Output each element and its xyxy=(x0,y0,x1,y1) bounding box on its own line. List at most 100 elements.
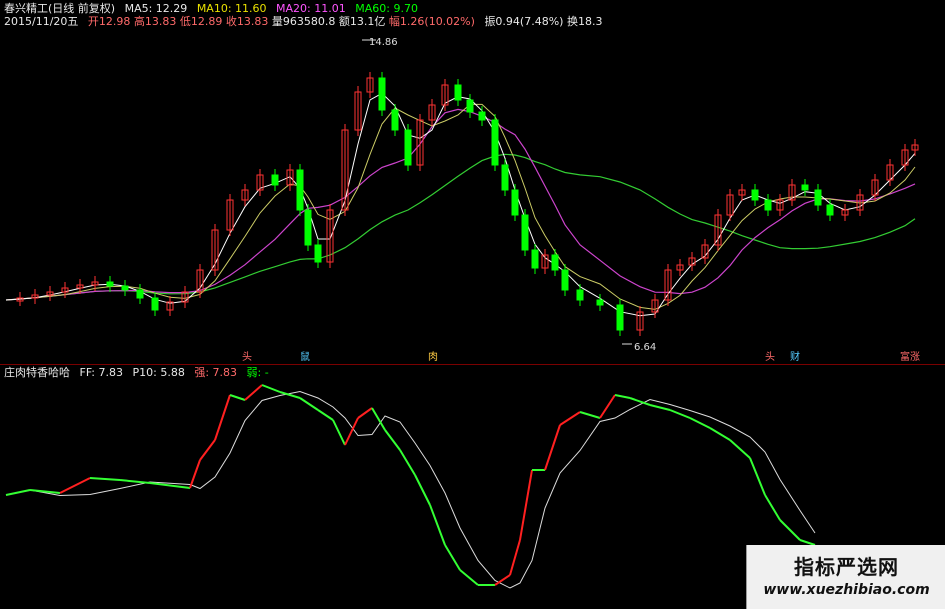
ma20-line xyxy=(5,108,916,301)
marker-tag-5: 财 xyxy=(790,352,800,363)
ff-line-segment xyxy=(332,419,346,446)
candle-body xyxy=(296,169,304,211)
candle-body xyxy=(616,304,624,331)
ff-line-segment xyxy=(509,539,521,576)
ff-line-segment xyxy=(59,477,91,494)
ff-line-segment xyxy=(599,394,616,419)
candle-body xyxy=(826,204,834,216)
candle-body xyxy=(391,109,399,131)
ff-line-segment xyxy=(764,494,781,521)
candle-body xyxy=(531,249,539,269)
ma10-value: MA10: 11.60 xyxy=(196,2,267,15)
ff-value: FF: 7.83 xyxy=(79,366,124,379)
candle-body xyxy=(551,254,559,271)
ma5-line xyxy=(5,92,916,317)
quote-close: 收13.83 xyxy=(225,15,269,28)
marker-tag-2: 鼠 xyxy=(300,352,310,363)
watermark-title: 指标严选网 xyxy=(794,555,899,579)
quote-amount: 额13.1亿 xyxy=(338,15,386,28)
candle-body xyxy=(814,189,822,206)
marker-tag-1: 头 xyxy=(242,352,252,363)
ff-line-segment xyxy=(614,394,631,399)
ma60-value: MA60: 9.70 xyxy=(355,2,418,15)
ff-line-segment xyxy=(689,417,711,429)
ff-line-segment xyxy=(199,439,216,461)
ff-line-segment xyxy=(494,574,511,586)
strong-value: 强: 7.83 xyxy=(194,366,238,379)
quote-change: 幅1.26(10.02%) xyxy=(388,15,475,28)
candle-body xyxy=(466,99,474,113)
ff-line-segment xyxy=(519,469,533,541)
ma60-line xyxy=(5,153,916,301)
ma20-value: MA20: 11.01 xyxy=(276,2,346,15)
ff-line-segment xyxy=(384,429,401,451)
candle-body xyxy=(521,214,529,251)
ff-line-segment xyxy=(244,384,263,401)
ff-line-segment xyxy=(119,479,151,484)
candle-body xyxy=(491,119,499,166)
candle-body xyxy=(596,299,604,306)
candle-body xyxy=(511,189,519,216)
indicator-name: 庄肉特香哈哈 xyxy=(4,366,70,379)
ma10-line xyxy=(5,103,916,310)
ma-legend: 春兴精工(日线 前复权) MA5: 12.29 MA10: 11.60 MA20… xyxy=(4,2,418,15)
indicator-legend: 庄肉特香哈哈 FF: 7.83 P10: 5.88 强: 7.83 弱: - xyxy=(4,366,269,379)
ff-line-segment xyxy=(559,411,581,426)
ff-line-segment xyxy=(317,409,334,421)
ff-line-segment xyxy=(399,449,416,476)
ff-line-segment xyxy=(544,424,561,471)
marker-tag-4: 头 xyxy=(765,352,775,363)
ff-line-segment xyxy=(749,457,766,496)
quote-turnover: 换18.3 xyxy=(566,15,603,28)
candle-body xyxy=(136,289,144,299)
quote-open: 开12.98 xyxy=(87,15,131,28)
candle-body xyxy=(751,189,759,201)
ff-line-segment xyxy=(459,569,479,586)
quote-low: 低12.89 xyxy=(179,15,223,28)
chart-canvas: 14.86 6.64 xyxy=(5,37,919,589)
ff-line-segment xyxy=(414,474,431,506)
candle-body xyxy=(454,84,462,101)
candle-body xyxy=(151,297,159,311)
candle-body xyxy=(106,281,114,287)
candle-body xyxy=(121,285,129,291)
candle-body xyxy=(576,289,584,301)
ma5-value: MA5: 12.29 xyxy=(124,2,188,15)
ff-line-segment xyxy=(429,504,446,546)
site-watermark: 指标严选网 www.xuezhibiao.com xyxy=(746,545,945,609)
ff-line-segment xyxy=(89,477,121,481)
ff-line-segment xyxy=(779,519,801,541)
weak-value: 弱: - xyxy=(246,366,269,379)
ff-line-segment xyxy=(261,384,281,393)
watermark-url: www.xuezhibiao.com xyxy=(763,582,930,598)
candle-body xyxy=(501,164,509,191)
ff-line-segment xyxy=(669,409,691,419)
ff-line-segment xyxy=(649,404,671,411)
low-price-label: 6.64 xyxy=(634,342,656,353)
candle-body xyxy=(478,111,486,121)
ff-line-segment xyxy=(579,411,601,419)
high-price-label: 14.86 xyxy=(369,37,398,48)
candle-body xyxy=(314,244,322,263)
p10-value: P10: 5.88 xyxy=(132,366,185,379)
marker-tag-6: 富涨 xyxy=(900,352,920,363)
ff-line-segment xyxy=(357,407,373,419)
candle-body xyxy=(404,129,412,166)
candle-body xyxy=(304,209,312,246)
ff-line-segment xyxy=(214,394,231,441)
candle-body xyxy=(764,199,772,211)
ff-line-segment xyxy=(444,544,461,571)
ff-line-segment xyxy=(5,489,31,496)
candle-body xyxy=(801,184,809,191)
candle-body xyxy=(561,269,569,291)
marker-tag-3: 肉 xyxy=(428,352,438,363)
quote-amplitude: 振0.94(7.48%) xyxy=(484,15,564,28)
quote-bar: 2015/11/20五 开12.98 高13.83 低12.89 收13.83 … xyxy=(4,15,602,28)
ff-line-segment xyxy=(344,417,359,446)
ff-line-segment xyxy=(729,439,751,459)
panel-separator xyxy=(0,364,945,365)
quote-volume: 量963580.8 xyxy=(271,15,336,28)
ff-line-segment xyxy=(299,397,319,411)
ff-line-segment xyxy=(189,459,201,489)
stock-title: 春兴精工(日线 前复权) xyxy=(4,2,116,15)
